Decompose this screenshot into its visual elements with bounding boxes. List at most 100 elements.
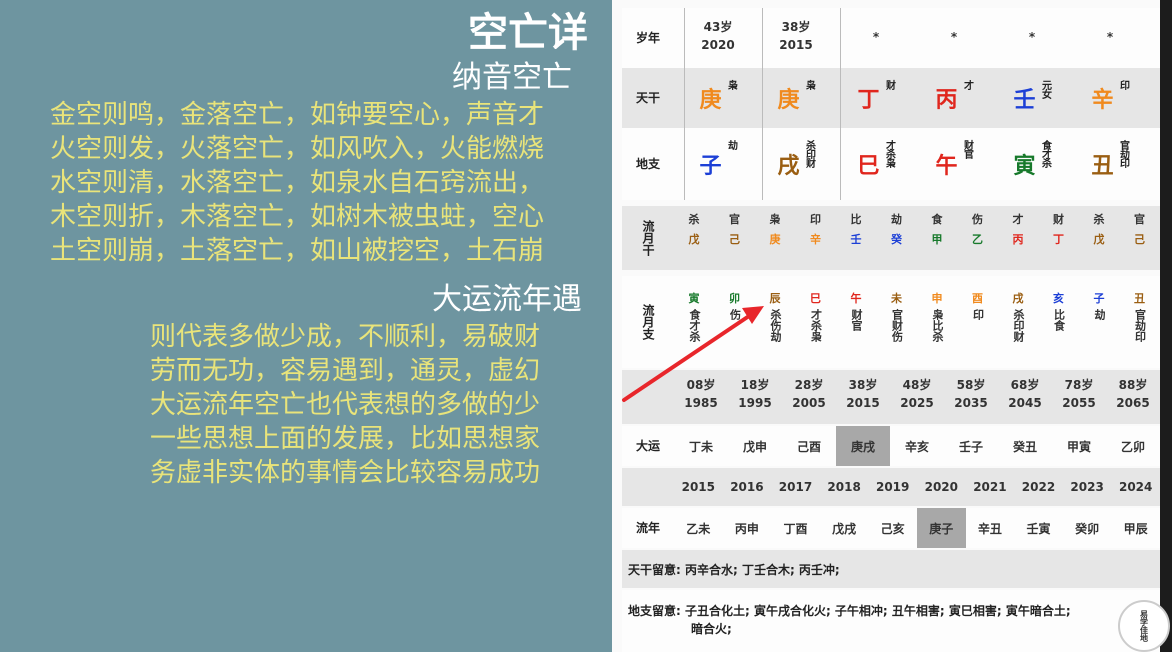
liuyuezhi-char: 午	[850, 292, 862, 305]
column-divider	[684, 128, 685, 200]
row-dizhi-note: 地支留意: 子丑合化土; 寅午戌合化火; 子午相冲; 丑午相害; 寅巳相害; 寅…	[622, 590, 1160, 652]
dizhi-char: 巳	[857, 154, 880, 179]
tiangan-shishen: 枭	[725, 80, 737, 89]
liunian-year: 2023	[1070, 480, 1104, 494]
dayun-age-cell: 58岁 2035	[944, 376, 998, 412]
sui-age: *	[950, 30, 958, 44]
slide-text-line: 劳而无功，容易遇到，通灵，虚幻	[150, 356, 541, 386]
dizhi-char: 子	[699, 154, 722, 179]
liunian-item[interactable]: 丙申	[723, 508, 772, 548]
sui-cell: 38岁 2015	[766, 18, 826, 54]
liunian-item[interactable]: 癸卯	[1063, 508, 1112, 548]
row-liunian-years: 2015 2016 2017 2018 2019 2020 2021 2022 2023 2024	[622, 468, 1160, 506]
liuyuezhi-cell: 辰杀伤劫	[755, 290, 795, 342]
tiangan-cell: 庚枭	[766, 68, 828, 128]
liunian-item[interactable]: 甲辰	[1111, 508, 1160, 548]
column-divider	[762, 8, 763, 68]
dayun-item[interactable]: 癸丑	[998, 426, 1052, 466]
bazi-chart-panel: 岁年 43岁 2020 38岁 2015 * * * * 天干 庚枭庚枭丁财丙才壬元女辛印 地…	[612, 0, 1160, 652]
liuyuezhi-cell: 巳才杀枭	[796, 290, 836, 342]
liuyuegan-char: 甲	[931, 233, 943, 246]
sui-cell: 43岁 2020	[688, 18, 748, 54]
dayun-age: 38岁	[848, 378, 878, 392]
slide-text-line: 水空则清，水落空亡，如泉水自石窍流出，	[50, 168, 545, 198]
dayun-item[interactable]: 丁未	[674, 426, 728, 466]
column-divider	[840, 8, 841, 68]
dayun-item[interactable]: 甲寅	[1052, 426, 1106, 466]
liuyuezhi-canggan: 杀伤劫	[769, 309, 782, 342]
liuyuegan-shishen: 官	[1134, 213, 1145, 226]
liunian-item[interactable]: 丁酉	[771, 508, 820, 548]
tiangan-shishen: 财	[883, 80, 895, 89]
dayun-item[interactable]: 戊申	[728, 426, 782, 466]
liuyuezhi-char: 巳	[810, 292, 821, 305]
liunian-item[interactable]: 乙未	[674, 508, 723, 548]
dayun-year: 2045	[1008, 396, 1042, 410]
tiangan-char: 丙	[935, 88, 958, 113]
row-label-suinian: 岁年	[635, 31, 660, 45]
liunian-item[interactable]: 辛丑	[966, 508, 1015, 548]
column-divider	[684, 68, 685, 128]
dayun-item[interactable]: 辛亥	[890, 426, 944, 466]
liuyuezhi-canggan: 食才杀	[688, 309, 701, 342]
liuyuegan-cell: 枭庚	[755, 212, 795, 247]
row-suinian: 岁年 43岁 2020 38岁 2015 * * * *	[622, 8, 1160, 68]
dayun-age-cell: 28岁 2005	[782, 376, 836, 412]
dayun-age-cell: 38岁 2015	[836, 376, 890, 412]
liuyuegan-char: 壬	[850, 233, 862, 246]
liunian-year: 2024	[1118, 480, 1153, 494]
tiangan-shishen: 枭	[803, 80, 815, 89]
dayun-age-cell: 88岁 2065	[1106, 376, 1160, 412]
slide-title: 空亡详	[468, 10, 588, 56]
liuyuegan-char: 庚	[769, 233, 781, 246]
dayun-age-cell: 18岁 1995	[728, 376, 782, 412]
dayun-age-cell: 48岁 2025	[890, 376, 944, 412]
liunian-year: 2021	[973, 480, 1007, 494]
dayun-item[interactable]: 庚戌	[836, 426, 890, 466]
liuyuegan-shishen: 劫	[891, 213, 902, 226]
column-divider	[762, 128, 763, 200]
dayun-item[interactable]: 壬子	[944, 426, 998, 466]
liuyuegan-shishen: 印	[810, 213, 821, 226]
slide-text-line: 木空则折，木落空亡，如树木被虫蛀，空心	[50, 202, 545, 232]
liuyuegan-shishen: 杀	[688, 213, 700, 226]
liuyuegan-char: 乙	[972, 233, 983, 246]
liunian-item[interactable]: 己亥	[868, 508, 917, 548]
liuyuezhi-char: 戌	[1012, 292, 1024, 305]
sui-cell: *	[924, 28, 984, 46]
liuyuezhi-char: 未	[891, 292, 902, 305]
liunian-item[interactable]: 壬寅	[1014, 508, 1063, 548]
liuyuezhi-cell: 酉印	[958, 290, 998, 320]
slide-panel: 空亡详 纳音空亡 金空则鸣，金落空亡，如钟要空心，声音才 火空则发，火落空亡，如风…	[0, 0, 612, 652]
liuyuezhi-cell: 申枭比杀	[917, 290, 957, 342]
slide-text-line: 土空则崩，土落空亡，如山被挖空，土石崩	[50, 236, 545, 266]
sui-age: 43岁	[703, 20, 733, 34]
dizhi-shishen: 劫	[725, 140, 737, 149]
slide-text-line: 一些思想上面的发展，比如思想家	[150, 424, 541, 454]
dizhi-cell: 丑官劫印	[1080, 128, 1142, 200]
dayun-age: 58岁	[956, 378, 986, 392]
liuyuezhi-canggan: 枭比杀	[931, 309, 944, 342]
tiangan-shishen: 元女	[1039, 80, 1051, 98]
dayun-item[interactable]: 己酉	[782, 426, 836, 466]
liuyuegan-cell: 官己	[1120, 212, 1160, 247]
liuyuezhi-cell: 午财官	[836, 290, 876, 331]
liunian-item[interactable]: 戊戌	[820, 508, 869, 548]
dizhi-char: 寅	[1013, 154, 1036, 179]
liuyuezhi-cell: 寅食才杀	[674, 290, 714, 342]
liuyuegan-char: 丙	[1012, 233, 1024, 246]
dayun-age-cell: 68岁 2045	[998, 376, 1052, 412]
liuyuezhi-canggan: 印	[971, 309, 985, 320]
row-label-liuyuegan: 流月干	[641, 220, 655, 256]
logo-text: 易学佳地	[1139, 610, 1149, 642]
slide-text-line: 大运流年空亡也代表想的多做的少	[150, 390, 541, 420]
sui-age: *	[1028, 30, 1036, 44]
liuyuegan-char: 己	[1134, 233, 1145, 246]
liuyuezhi-canggan: 财官	[850, 309, 863, 331]
liuyuegan-shishen: 财	[1053, 213, 1064, 226]
liuyuegan-char: 丁	[1053, 233, 1064, 246]
brand-logo: 易学佳地	[1118, 600, 1170, 652]
liunian-item[interactable]: 庚子	[917, 508, 966, 548]
liuyuezhi-canggan: 杀印财	[1012, 309, 1025, 342]
dayun-item[interactable]: 乙卯	[1106, 426, 1160, 466]
